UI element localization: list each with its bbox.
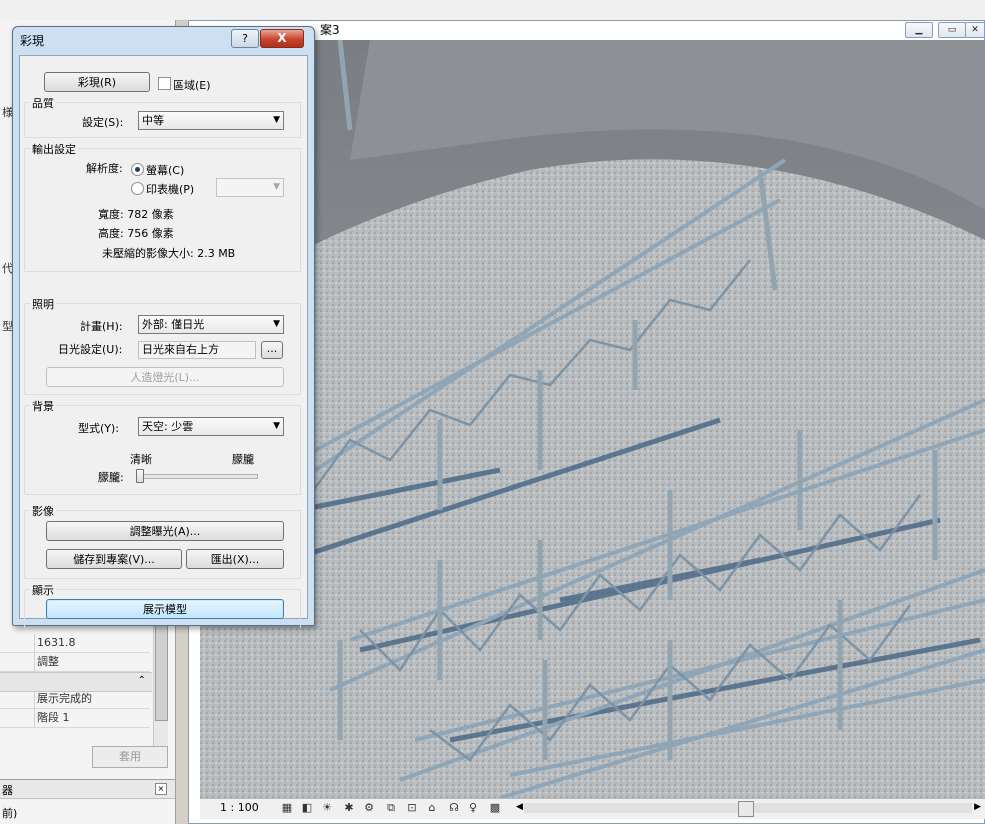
restore-icon[interactable]: ▭ — [938, 22, 966, 38]
show-crop-icon[interactable]: ⊡ — [405, 801, 419, 814]
property-row[interactable]: 調整 — [0, 653, 150, 672]
view-scale[interactable]: 1 : 100 — [220, 801, 259, 814]
screen-radio-label: 螢幕(C) — [146, 164, 185, 177]
width-readout: 寬度: 782 像素 — [98, 208, 174, 221]
property-row[interactable]: 展示完成的 — [0, 690, 150, 709]
horizontal-scrollbar[interactable]: ◀ ▶ — [516, 800, 981, 817]
close-icon[interactable]: ✕ — [965, 22, 985, 38]
output-settings-group-label: 輸出設定 — [30, 141, 78, 157]
haze-slider-track[interactable] — [136, 474, 258, 479]
sun-path-icon[interactable]: ☀ — [320, 801, 334, 814]
adjust-exposure-button[interactable]: 調整曝光(A)... — [46, 521, 284, 541]
resolution-label: 解析度: — [86, 162, 123, 175]
collapse-icon[interactable]: ⌃ — [138, 675, 146, 686]
project-browser-title: 器 — [2, 784, 13, 797]
shadows-icon[interactable]: ✱ — [342, 801, 356, 814]
dialog-body: 彩現(R) 區域(E) 品質 設定(S): 中等 ▼ 輸出設定 解析度: 螢幕(… — [19, 55, 308, 628]
property-value: 階段 1 — [34, 709, 153, 727]
lighting-scheme-dropdown[interactable]: 外部: 僅日光 ▼ — [138, 315, 284, 334]
dialog-title: 彩現 — [20, 34, 45, 48]
height-readout: 高度: 756 像素 — [98, 227, 174, 240]
export-button[interactable]: 匯出(X)... — [186, 549, 284, 569]
haze-slider-thumb[interactable] — [136, 469, 144, 483]
scroll-right-arrow-icon[interactable]: ▶ — [974, 802, 981, 812]
analysis-icon[interactable]: ▩ — [488, 801, 502, 814]
quality-group-label: 品質 — [30, 95, 56, 111]
sun-setting-label: 日光設定(U): — [58, 343, 123, 356]
project-browser-item[interactable]: 前) — [2, 805, 17, 821]
chevron-down-icon: ▼ — [273, 182, 280, 192]
lighting-group-label: 照明 — [30, 296, 56, 312]
haze-hazy-label: 朦朧 — [232, 453, 254, 466]
rendered-truss-scene — [200, 40, 985, 798]
close-button[interactable]: X — [260, 29, 304, 48]
lighting-scheme-label: 計畫(H): — [80, 320, 123, 333]
property-value: 1631.8 — [34, 634, 153, 652]
show-model-button[interactable]: 展示模型 — [46, 599, 284, 619]
chevron-down-icon: ▼ — [273, 115, 280, 125]
apply-button[interactable]: 套用 — [92, 746, 168, 768]
lock-view-icon[interactable]: ⌂ — [425, 801, 439, 814]
region-label: 區域(E) — [173, 79, 211, 92]
quality-setting-dropdown[interactable]: 中等 ▼ — [138, 111, 284, 130]
scroll-left-arrow-icon[interactable]: ◀ — [516, 802, 523, 812]
visual-style-icon[interactable]: ◧ — [300, 801, 314, 814]
background-style-value: 天空: 少雲 — [142, 420, 194, 433]
screen-radio[interactable] — [131, 163, 144, 176]
region-checkbox[interactable] — [158, 77, 171, 90]
printer-dpi-dropdown[interactable]: ▼ — [216, 178, 284, 197]
sun-setting-browse-button[interactable]: ... — [261, 341, 283, 359]
render-button[interactable]: 彩現(R) — [44, 72, 150, 92]
background-style-label: 型式(Y): — [78, 422, 120, 435]
printer-radio[interactable] — [131, 182, 144, 195]
property-row[interactable]: 1631.8 — [0, 634, 150, 653]
background-group-label: 背景 — [30, 398, 56, 414]
app-top-bar — [0, 0, 985, 21]
project-browser-header: 器 — [0, 779, 175, 799]
lighting-scheme-value: 外部: 僅日光 — [142, 318, 205, 331]
property-section-header[interactable]: ⌃ — [0, 672, 152, 692]
rendering-dialog: 彩現 ? X 彩現(R) 區域(E) 品質 設定(S): 中等 ▼ 輸出設定 解… — [12, 26, 315, 628]
scroll-thumb[interactable] — [738, 801, 754, 817]
close-icon[interactable]: × — [155, 783, 167, 795]
help-button[interactable]: ? — [231, 29, 259, 48]
haze-field-label: 朦朧: — [98, 471, 124, 484]
minimize-icon[interactable]: ▁ — [905, 22, 933, 38]
chevron-down-icon: ▼ — [273, 319, 280, 329]
property-row[interactable]: 階段 1 — [0, 709, 150, 728]
detail-level-icon[interactable]: ▦ — [280, 801, 294, 814]
image-group-label: 影像 — [30, 503, 56, 519]
render-dialog-icon[interactable]: ⚙ — [362, 801, 376, 814]
render-viewport[interactable] — [200, 40, 985, 798]
reveal-hidden-icon[interactable]: ♀ — [466, 801, 480, 814]
crop-view-icon[interactable]: ⧉ — [384, 801, 398, 814]
save-to-project-button[interactable]: 儲存到專案(V)... — [46, 549, 182, 569]
printer-radio-label: 印表機(P) — [146, 183, 195, 196]
property-value: 展示完成的 — [34, 690, 153, 708]
sun-setting-field[interactable]: 日光來自右上方 — [138, 341, 256, 359]
chevron-down-icon: ▼ — [273, 421, 280, 431]
image-size-readout: 未壓縮的影像大小: 2.3 MB — [102, 247, 236, 260]
artificial-lights-button[interactable]: 人造燈光(L)... — [46, 367, 284, 387]
display-group-label: 顯示 — [30, 582, 56, 598]
view-window-title: 案3 — [320, 23, 340, 37]
quality-setting-label: 設定(S): — [82, 116, 124, 129]
temporary-hide-icon[interactable]: ☊ — [447, 801, 461, 814]
background-style-dropdown[interactable]: 天空: 少雲 ▼ — [138, 417, 284, 436]
property-value: 調整 — [34, 653, 153, 671]
scroll-thumb[interactable] — [155, 624, 168, 721]
haze-clear-label: 清晰 — [130, 453, 152, 466]
quality-setting-value: 中等 — [142, 114, 164, 127]
